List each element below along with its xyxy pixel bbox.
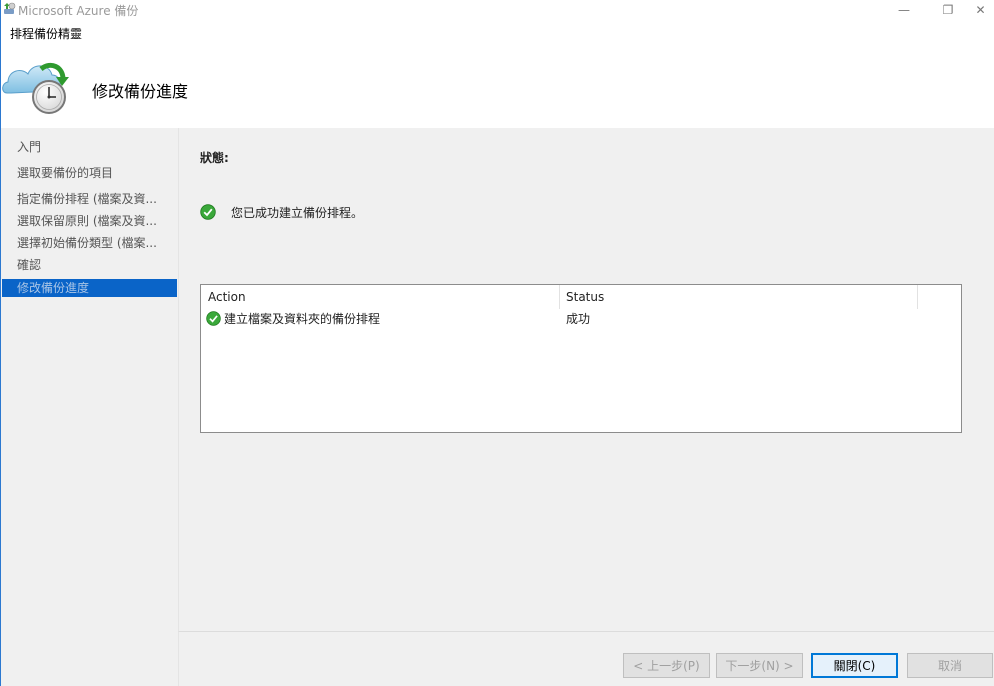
nav-step-select-items[interactable]: 選取要備份的項目: [2, 164, 177, 182]
nav-step-initial-backup-type[interactable]: 選擇初始備份類型 (檔案...: [2, 234, 177, 252]
close-icon: ✕: [975, 2, 986, 17]
window-title: Microsoft Azure 備份: [18, 4, 139, 18]
title-bar[interactable]: Microsoft Azure 備份 — ❐ ✕: [1, 0, 994, 19]
results-list[interactable]: Action Status 建立檔案及資料夾的備份排程 成功: [200, 284, 962, 433]
success-check-icon: [200, 204, 216, 220]
row-success-icon: [206, 311, 221, 326]
nav-step-modify-progress[interactable]: 修改備份進度: [2, 279, 177, 297]
column-header-status[interactable]: Status: [566, 285, 604, 309]
azure-backup-app-icon: [4, 2, 16, 14]
main-content: 狀態: 您已成功建立備份排程。 Action Status 建立檔案及資料夾的備…: [178, 128, 994, 631]
page-title: 修改備份進度: [92, 82, 189, 101]
row-action: 建立檔案及資料夾的備份排程: [224, 312, 381, 326]
minimize-button[interactable]: —: [881, 0, 927, 19]
nav-step-confirm[interactable]: 確認: [2, 256, 177, 274]
wizard-window: Microsoft Azure 備份 — ❐ ✕ 排程備份精靈 修改備份進度 入…: [0, 0, 994, 686]
restore-button[interactable]: ❐: [925, 0, 971, 19]
column-divider[interactable]: [917, 285, 918, 309]
wizard-name: 排程備份精靈: [10, 27, 83, 41]
previous-button[interactable]: < 上一步(P): [623, 653, 710, 678]
wizard-footer: < 上一步(P) 下一步(N) > 關閉(C) 取消: [178, 631, 994, 686]
cloud-backup-clock-icon: [2, 62, 69, 114]
success-message: 您已成功建立備份排程。: [231, 206, 364, 220]
row-status: 成功: [566, 312, 591, 326]
nav-step-getting-started[interactable]: 入門: [2, 138, 177, 156]
column-header-action[interactable]: Action: [208, 285, 246, 309]
nav-step-retention-policy[interactable]: 選取保留原則 (檔案及資...: [2, 212, 177, 230]
wizard-steps-nav: 入門 選取要備份的項目 指定備份排程 (檔案及資... 選取保留原則 (檔案及資…: [1, 128, 178, 686]
close-window-button[interactable]: ✕: [967, 0, 994, 19]
status-label: 狀態:: [200, 151, 229, 165]
restore-icon: ❐: [942, 2, 954, 17]
column-divider[interactable]: [559, 285, 560, 309]
close-button[interactable]: 關閉(C): [811, 653, 898, 678]
cancel-button[interactable]: 取消: [907, 653, 993, 678]
nav-step-backup-schedule[interactable]: 指定備份排程 (檔案及資...: [2, 190, 177, 208]
next-button[interactable]: 下一步(N) >: [716, 653, 803, 678]
minimize-icon: —: [898, 2, 910, 17]
